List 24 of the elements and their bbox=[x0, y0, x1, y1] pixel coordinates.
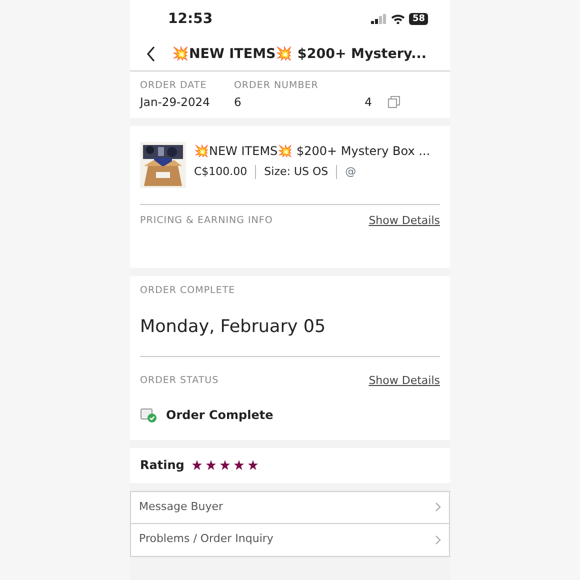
completion-date: Monday, February 05 bbox=[140, 316, 327, 339]
order-number: 6 bbox=[234, 94, 242, 110]
status-time: 12:53 bbox=[168, 10, 213, 28]
action-row[interactable]: Problems / Order Inquiry bbox=[130, 524, 450, 556]
action-row[interactable]: Message Buyer bbox=[130, 490, 450, 524]
battery-indicator: 58 bbox=[409, 13, 428, 25]
order-number: 4 bbox=[364, 94, 372, 110]
action-label: Problems / Order Inquiry bbox=[139, 531, 274, 548]
item-size: Size: US OS bbox=[264, 164, 328, 180]
show-details-link[interactable]: Show Details bbox=[368, 373, 440, 390]
order-date-label: ORDER DATE bbox=[140, 79, 208, 94]
section-label: PRICING & EARNING INFO bbox=[140, 214, 273, 228]
action-label: Message Buyer bbox=[139, 498, 224, 515]
show-details-link[interactable]: Show Details bbox=[368, 213, 440, 230]
item-title: 💥NEW ITEMS💥 $200+ Mystery Box ... bbox=[194, 143, 430, 160]
order-date: Jan-29-2024 bbox=[140, 94, 210, 110]
item-price: C$100.00 bbox=[194, 164, 248, 180]
section-label: ORDER COMPLETE bbox=[140, 284, 236, 298]
order-number-label: ORDER NUMBER bbox=[234, 79, 320, 94]
section-label: ORDER STATUS bbox=[140, 374, 219, 388]
order-status: Order Complete bbox=[166, 406, 274, 424]
rating-label: Rating bbox=[140, 457, 184, 474]
seller-handle: @ bbox=[345, 164, 356, 180]
page-title: 💥NEW ITEMS💥 $200+ Mystery... bbox=[172, 44, 426, 64]
